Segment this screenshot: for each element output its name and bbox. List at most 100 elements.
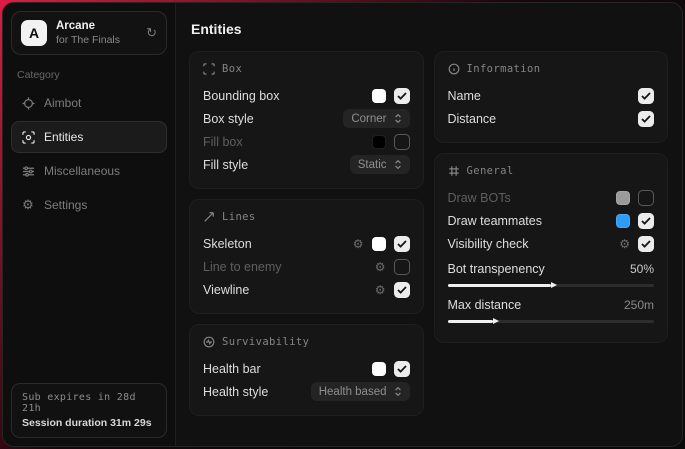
setting-row-line-to-enemy: Line to enemy ⚙ (203, 255, 410, 278)
slider-fill (448, 284, 551, 287)
card-title: Survivability (222, 336, 309, 348)
color-swatch[interactable] (372, 89, 386, 103)
sidebar-item-settings[interactable]: ⚙ Settings (11, 189, 167, 221)
app-window: A Arcane for The Finals ↻ Category Aimbo… (2, 2, 683, 447)
gear-icon[interactable]: ⚙ (375, 261, 386, 273)
checkbox[interactable] (394, 134, 410, 150)
checkbox[interactable] (394, 282, 410, 298)
brand-text: Arcane for The Finals (56, 20, 137, 45)
brand-name: Arcane (56, 20, 137, 33)
sidebar-nav: Aimbot Entities Miscella (11, 87, 167, 221)
setting-row-health-style: Health style Health based (203, 380, 410, 403)
checkbox[interactable] (394, 259, 410, 275)
select-value: Corner (351, 113, 386, 125)
setting-row-draw-bots: Draw BOTs (448, 186, 655, 209)
checkbox[interactable] (394, 361, 410, 377)
sliders-icon (21, 164, 35, 178)
health-style-select[interactable]: Health based (311, 382, 410, 401)
checkbox[interactable] (638, 111, 654, 127)
chevrons-up-down-icon (394, 386, 402, 397)
box-card: Box Bounding box Box style (189, 51, 424, 189)
slider-value: 250m (624, 298, 654, 312)
check-icon (397, 365, 407, 373)
scan-eye-icon (21, 130, 35, 144)
setting-label: Name (448, 89, 481, 103)
max-distance-block: Max distance 250m (448, 294, 655, 326)
setting-row-distance: Distance (448, 107, 655, 130)
general-card-header: General (448, 165, 655, 177)
setting-row-fill-style: Fill style Static (203, 153, 410, 176)
sidebar: A Arcane for The Finals ↻ Category Aimbo… (3, 3, 176, 446)
color-swatch[interactable] (372, 135, 386, 149)
check-icon (641, 92, 651, 100)
setting-label: Box style (203, 112, 254, 126)
checkbox[interactable] (638, 190, 654, 206)
color-swatch[interactable] (616, 191, 630, 205)
setting-row-fill-box: Fill box (203, 130, 410, 153)
right-column: Information Name Distance (434, 51, 669, 343)
setting-row-viewline: Viewline ⚙ (203, 278, 410, 301)
gear-icon[interactable]: ⚙ (619, 238, 630, 250)
setting-label: Viewline (203, 283, 249, 297)
brand-subtitle: for The Finals (56, 34, 137, 46)
setting-row-skeleton: Skeleton ⚙ (203, 232, 410, 255)
setting-label: Fill style (203, 158, 248, 172)
card-title: Box (222, 63, 242, 75)
setting-row-name: Name (448, 84, 655, 107)
checkbox[interactable] (638, 213, 654, 229)
setting-row-box-style: Box style Corner (203, 107, 410, 130)
sidebar-item-miscellaneous[interactable]: Miscellaneous (11, 155, 167, 187)
information-card: Information Name Distance (434, 51, 669, 143)
sub-expires-text: Sub expires in 28d 21h (22, 392, 156, 414)
sidebar-item-label: Settings (44, 198, 87, 212)
fill-style-select[interactable]: Static (350, 155, 410, 174)
information-card-header: Information (448, 63, 655, 75)
color-swatch[interactable] (372, 362, 386, 376)
max-distance-slider[interactable] (448, 316, 655, 326)
check-icon (397, 92, 407, 100)
color-swatch[interactable] (616, 214, 630, 228)
brand-card: A Arcane for The Finals ↻ (11, 11, 167, 55)
checkbox[interactable] (394, 88, 410, 104)
diagonal-line-icon (203, 211, 215, 223)
bot-transparency-slider[interactable] (448, 280, 655, 290)
sync-icon[interactable]: ↻ (146, 25, 157, 41)
checkbox[interactable] (638, 236, 654, 252)
session-duration-text: Session duration 31m 29s (22, 417, 156, 429)
page-title: Entities (191, 21, 668, 37)
sidebar-item-aimbot[interactable]: Aimbot (11, 87, 167, 119)
checkbox[interactable] (394, 236, 410, 252)
check-icon (641, 240, 651, 248)
gear-icon[interactable]: ⚙ (353, 238, 364, 250)
checkbox[interactable] (638, 88, 654, 104)
box-style-select[interactable]: Corner (343, 109, 409, 128)
setting-label: Skeleton (203, 237, 252, 251)
pulse-icon (203, 336, 215, 348)
setting-label: Visibility check (448, 237, 529, 251)
color-swatch[interactable] (372, 237, 386, 251)
app-logo: A (21, 20, 47, 46)
check-icon (397, 286, 407, 294)
setting-row-health-bar: Health bar (203, 357, 410, 380)
grid-icon (448, 165, 460, 177)
card-title: General (467, 165, 514, 177)
setting-label: Health bar (203, 362, 261, 376)
select-value: Health based (319, 386, 387, 398)
category-label: Category (17, 69, 161, 81)
select-value: Static (358, 159, 387, 171)
card-title: Information (467, 63, 541, 75)
survivability-card: Survivability Health bar Health style (189, 324, 424, 416)
box-corners-icon (203, 63, 215, 75)
setting-row-visibility-check: Visibility check ⚙ (448, 232, 655, 255)
bot-transparency-block: Bot transpenency 50% (448, 258, 655, 290)
gear-icon[interactable]: ⚙ (375, 284, 386, 296)
check-icon (397, 240, 407, 248)
survivability-card-header: Survivability (203, 336, 410, 348)
setting-row-draw-teammates: Draw teammates (448, 209, 655, 232)
sidebar-item-entities[interactable]: Entities (11, 121, 167, 153)
check-icon (641, 115, 651, 123)
sidebar-item-label: Aimbot (44, 96, 81, 110)
setting-label: Bot transpenency (448, 262, 545, 276)
main-panel: Entities Box Bounding box (176, 3, 682, 446)
setting-label: Draw BOTs (448, 191, 511, 205)
